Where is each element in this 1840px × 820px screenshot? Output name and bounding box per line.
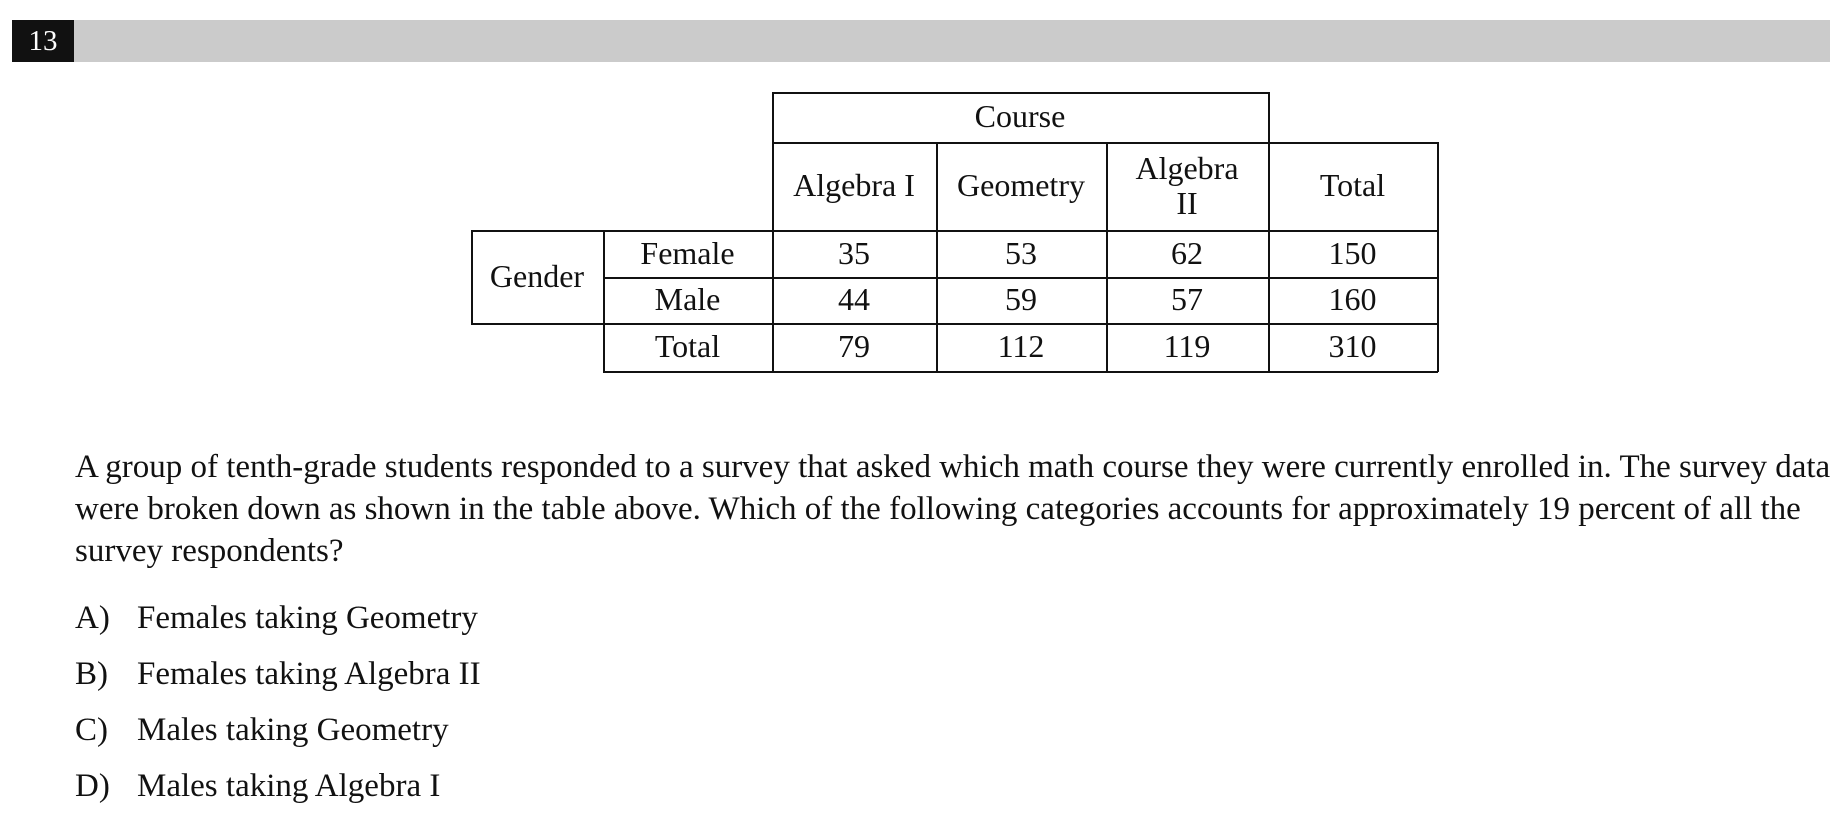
answer-choice-a[interactable]: A) Females taking Geometry [75, 598, 478, 638]
table-line [603, 371, 1438, 373]
question-text: A group of tenth-grade students responde… [75, 449, 1831, 569]
column-header-total: Total [1319, 167, 1386, 204]
answer-choice-d[interactable]: D) Males taking Algebra I [75, 766, 440, 806]
choice-text: Males taking Algebra I [137, 768, 441, 804]
table-cell: 160 [1328, 281, 1377, 318]
table-cell: 35 [838, 234, 870, 271]
choice-letter: B) [75, 656, 108, 692]
table-cell: 44 [838, 281, 870, 318]
question-header-bar: 13 [12, 20, 1830, 62]
answer-choice-c[interactable]: C) Males taking Geometry [75, 710, 449, 750]
gender-label: Gender [489, 257, 585, 294]
question-number: 13 [12, 20, 74, 62]
row-label-male: Male [654, 281, 721, 318]
column-header-geometry: Geometry [957, 167, 1085, 204]
choice-letter: A) [75, 600, 110, 636]
choice-text: Males taking Geometry [137, 712, 449, 748]
choice-letter: C) [75, 712, 108, 748]
table-cell: 59 [1005, 281, 1037, 318]
table-cell: 79 [838, 328, 870, 365]
table-cell: 57 [1171, 281, 1203, 318]
table-line [1437, 142, 1439, 372]
table-cell: 119 [1163, 328, 1211, 365]
column-header-algebra-2: Algebra II [1135, 149, 1239, 221]
choice-text: Females taking Geometry [137, 600, 478, 636]
choice-text: Females taking Algebra II [137, 656, 481, 692]
table-cell: 53 [1005, 234, 1037, 271]
column-header-algebra-1: Algebra I [793, 167, 915, 204]
row-label-total: Total [654, 328, 721, 365]
table-cell: 112 [997, 328, 1045, 365]
row-label-female: Female [640, 234, 735, 271]
table-cell: 150 [1328, 234, 1377, 271]
answer-choice-b[interactable]: B) Females taking Algebra II [75, 654, 481, 694]
choice-letter: D) [75, 768, 110, 804]
course-header: Course [974, 98, 1066, 135]
table-cell: 62 [1171, 234, 1203, 271]
table-cell: 310 [1328, 328, 1377, 365]
